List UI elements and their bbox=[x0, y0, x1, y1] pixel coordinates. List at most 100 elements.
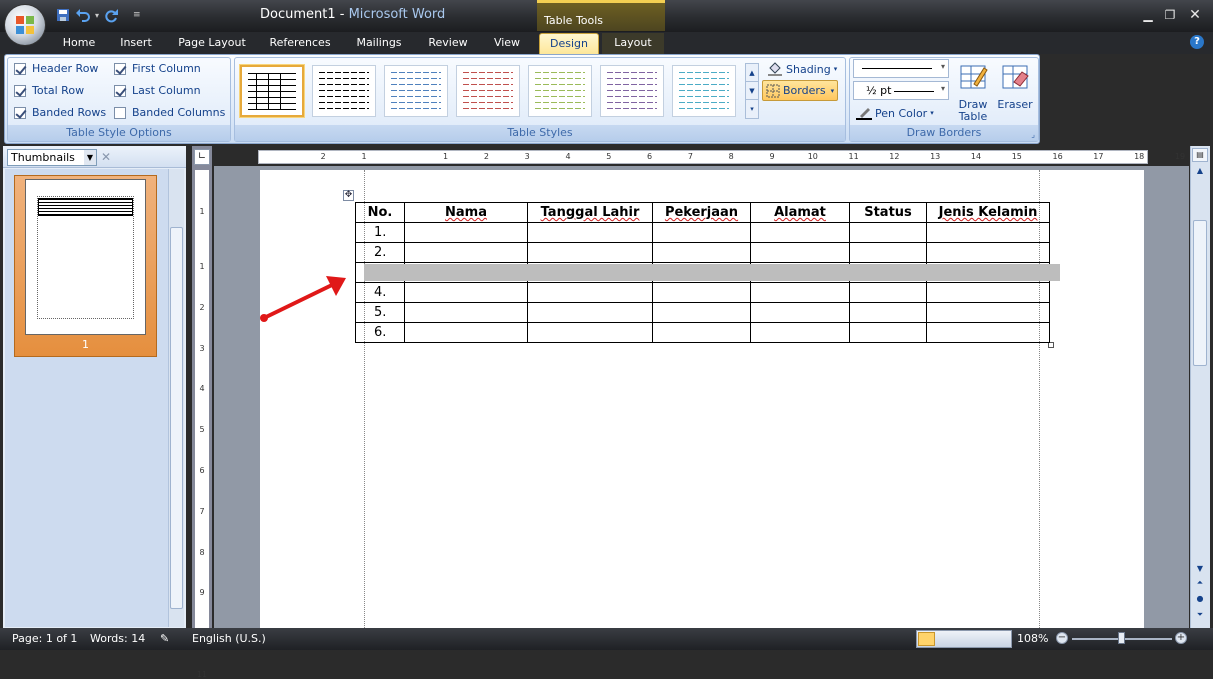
table-cell[interactable] bbox=[404, 322, 528, 343]
tab-mailings[interactable]: Mailings bbox=[348, 33, 410, 54]
tab-home[interactable]: Home bbox=[56, 33, 102, 54]
table-cell[interactable] bbox=[404, 222, 528, 243]
dialog-launcher-icon[interactable]: ⌟ bbox=[1031, 130, 1035, 139]
customize-qat-icon[interactable]: ≡ bbox=[133, 10, 141, 20]
shading-dropdown-icon[interactable]: ▾ bbox=[834, 65, 838, 73]
table-cell[interactable] bbox=[926, 322, 1050, 343]
ruler-toggle-icon[interactable]: ▤ bbox=[1192, 148, 1208, 162]
table-cell[interactable] bbox=[404, 302, 528, 323]
header-cell-nama[interactable]: Nama bbox=[404, 202, 528, 223]
scroll-thumb[interactable] bbox=[170, 227, 183, 609]
checkbox-box[interactable] bbox=[14, 84, 26, 97]
table-cell[interactable] bbox=[750, 222, 850, 243]
save-icon[interactable] bbox=[55, 7, 71, 23]
minimize-button[interactable]: ▁ bbox=[1138, 6, 1158, 24]
pen-color-dropdown-icon[interactable]: ▾ bbox=[930, 109, 934, 117]
tab-view[interactable]: View bbox=[486, 33, 528, 54]
help-icon[interactable]: ? bbox=[1190, 35, 1204, 49]
full-screen-reading-icon[interactable] bbox=[937, 632, 954, 646]
table-cell[interactable] bbox=[652, 222, 751, 243]
table-cell[interactable] bbox=[849, 302, 927, 323]
tab-review[interactable]: Review bbox=[420, 33, 476, 54]
print-layout-icon[interactable] bbox=[918, 632, 935, 646]
table-cell[interactable] bbox=[652, 242, 751, 263]
gallery-more-icon[interactable]: ▾ bbox=[746, 100, 758, 118]
zoom-level[interactable]: 108% bbox=[1017, 632, 1048, 645]
tab-references[interactable]: References bbox=[263, 33, 337, 54]
header-row-checkbox[interactable]: Header Row bbox=[14, 62, 98, 75]
page-thumbnail[interactable] bbox=[25, 179, 146, 335]
line-style-dropdown[interactable]: ▾ bbox=[853, 59, 949, 78]
scroll-down-icon[interactable]: ▼ bbox=[1192, 564, 1208, 576]
table-cell[interactable] bbox=[849, 242, 927, 263]
table-cell[interactable] bbox=[750, 322, 850, 343]
table-style-swatch[interactable] bbox=[600, 65, 664, 117]
header-cell-pekerjaan[interactable]: Pekerjaan bbox=[652, 202, 751, 223]
gallery-scrollbar[interactable]: ▲ ▼ ▾ bbox=[745, 63, 759, 119]
zoom-in-icon[interactable]: + bbox=[1175, 632, 1187, 644]
table-cell[interactable] bbox=[404, 242, 528, 263]
select-browse-object-icon[interactable]: ● bbox=[1192, 594, 1208, 608]
cell-no[interactable]: 2. bbox=[355, 242, 405, 263]
banded-rows-checkbox[interactable]: Banded Rows bbox=[14, 106, 106, 119]
last-column-checkbox[interactable]: Last Column bbox=[114, 84, 201, 97]
next-page-icon[interactable]: ⏷ bbox=[1192, 610, 1208, 624]
page-count-status[interactable]: Page: 1 of 1 bbox=[12, 632, 77, 645]
table-style-swatch[interactable] bbox=[672, 65, 736, 117]
table-cell[interactable] bbox=[652, 282, 751, 303]
table-cell[interactable] bbox=[652, 302, 751, 323]
table-cell[interactable] bbox=[849, 322, 927, 343]
table-cell[interactable] bbox=[750, 242, 850, 263]
table-style-swatch[interactable] bbox=[456, 65, 520, 117]
table-cell[interactable] bbox=[404, 282, 528, 303]
maximize-button[interactable]: ❐ bbox=[1160, 6, 1180, 24]
line-weight-dropdown[interactable]: ½ pt ▾ bbox=[853, 81, 949, 100]
table-cell[interactable] bbox=[527, 222, 653, 243]
previous-page-icon[interactable]: ⏶ bbox=[1192, 578, 1208, 592]
header-cell-tanggal-lahir[interactable]: Tanggal Lahir bbox=[527, 202, 653, 223]
pen-color-button[interactable]: Pen Color ▾ bbox=[856, 106, 934, 120]
word-count-status[interactable]: Words: 14 bbox=[90, 632, 145, 645]
redo-icon[interactable] bbox=[103, 7, 119, 23]
eraser-button[interactable]: Eraser bbox=[995, 62, 1035, 122]
table-style-swatch[interactable] bbox=[528, 65, 592, 117]
chevron-down-icon[interactable]: ▾ bbox=[941, 62, 945, 71]
close-button[interactable]: ✕ bbox=[1185, 6, 1205, 24]
draft-icon[interactable] bbox=[993, 632, 1010, 646]
header-cell-no[interactable]: No. bbox=[355, 202, 405, 223]
table-cell[interactable] bbox=[926, 282, 1050, 303]
gallery-up-icon[interactable]: ▲ bbox=[746, 64, 758, 82]
thumbnail-scrollbar[interactable] bbox=[168, 169, 184, 627]
borders-button[interactable]: Borders ▾ bbox=[762, 80, 838, 101]
draw-table-button[interactable]: Draw Table bbox=[953, 62, 993, 123]
tab-insert[interactable]: Insert bbox=[112, 33, 160, 54]
zoom-out-icon[interactable]: − bbox=[1056, 632, 1068, 644]
outline-icon[interactable] bbox=[974, 632, 991, 646]
checkbox-box[interactable] bbox=[14, 62, 26, 75]
chevron-down-icon[interactable]: ▼ bbox=[84, 150, 96, 165]
total-row-checkbox[interactable]: Total Row bbox=[14, 84, 84, 97]
scroll-up-icon[interactable]: ▲ bbox=[1192, 166, 1208, 180]
table-move-handle-icon[interactable]: ✥ bbox=[343, 190, 354, 201]
language-status[interactable]: English (U.S.) bbox=[192, 632, 266, 645]
cell-no[interactable]: 1. bbox=[355, 222, 405, 243]
cell-no[interactable]: 4. bbox=[355, 282, 405, 303]
header-cell-status[interactable]: Status bbox=[849, 202, 927, 223]
scroll-thumb[interactable] bbox=[1193, 220, 1207, 366]
undo-icon[interactable] bbox=[75, 7, 91, 23]
undo-dropdown-icon[interactable]: ▾ bbox=[95, 11, 99, 20]
proofing-icon[interactable]: ✎ bbox=[160, 632, 169, 645]
table-cell[interactable] bbox=[527, 282, 653, 303]
table-style-swatch[interactable] bbox=[384, 65, 448, 117]
cell-no[interactable]: 5. bbox=[355, 302, 405, 323]
table-cell[interactable] bbox=[750, 302, 850, 323]
checkbox-box[interactable] bbox=[114, 106, 126, 119]
table-cell[interactable] bbox=[750, 282, 850, 303]
tab-design[interactable]: Design bbox=[539, 33, 599, 54]
vertical-scrollbar[interactable]: ▤ ▲ ▼ ⏶ ● ⏷ bbox=[1190, 146, 1210, 628]
tab-layout[interactable]: Layout bbox=[602, 33, 664, 54]
tab-selector-icon[interactable]: ∟ bbox=[194, 149, 210, 165]
table-cell[interactable] bbox=[926, 302, 1050, 323]
table-cell[interactable] bbox=[849, 282, 927, 303]
table-style-swatch[interactable] bbox=[240, 65, 304, 117]
